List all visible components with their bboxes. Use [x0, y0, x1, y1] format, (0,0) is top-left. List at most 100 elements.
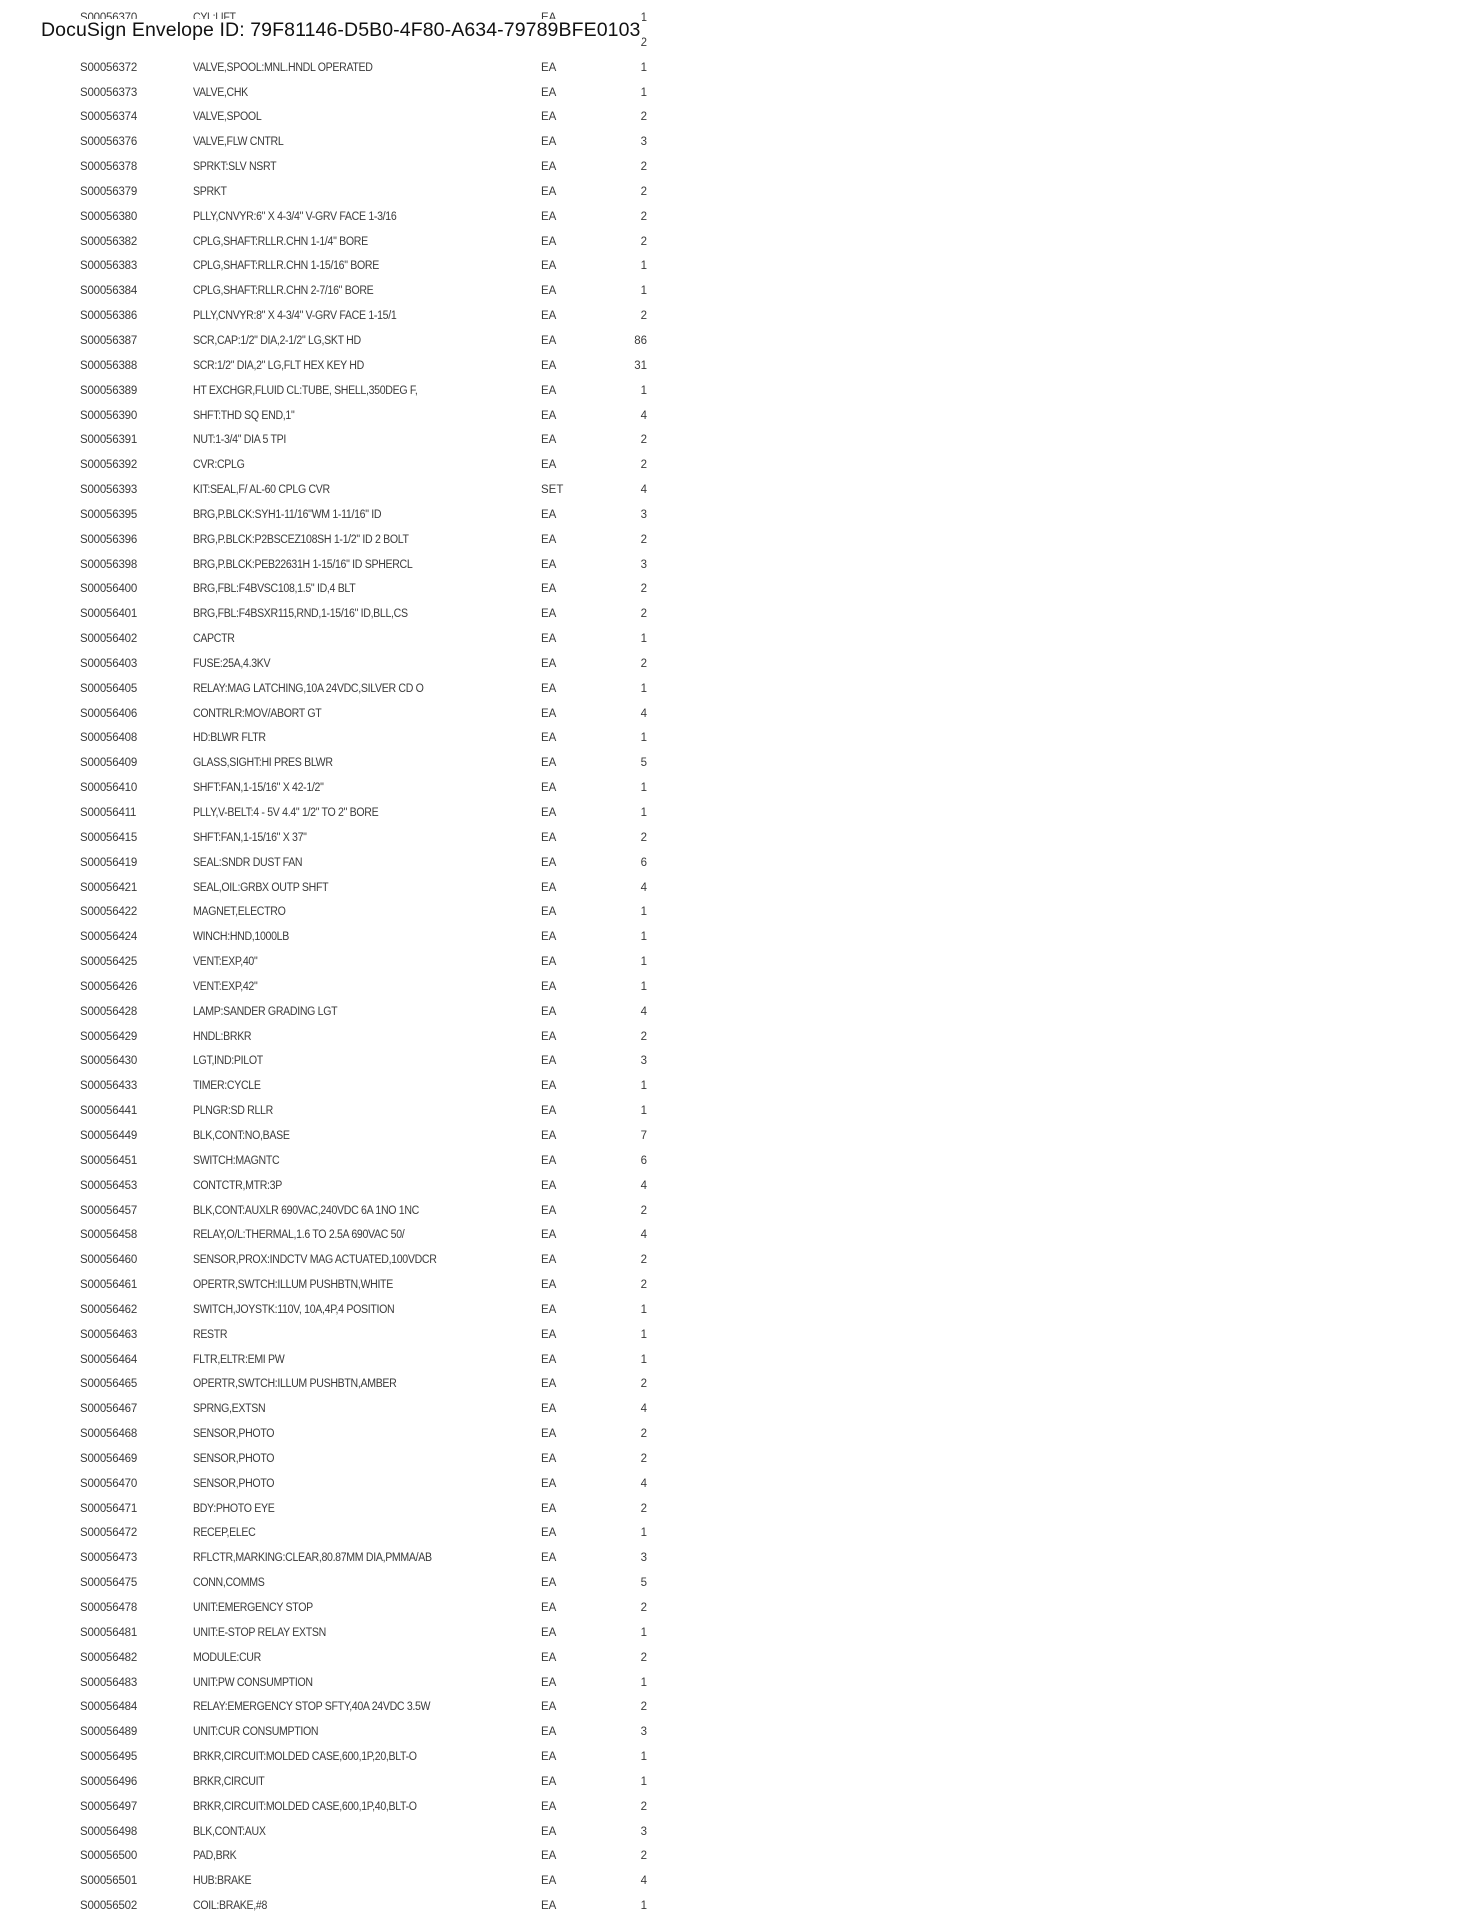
description-cell: NUT:1-3/4" DIA 5 TPI: [193, 434, 286, 447]
table-row: S00056502 COIL:BRAKE,#8 EA 1: [0, 1894, 700, 1919]
unit-cell: EA: [541, 310, 557, 323]
quantity-cell: 3: [640, 1552, 647, 1565]
unit-cell: EA: [541, 1651, 557, 1664]
quantity-cell: 1: [640, 633, 647, 646]
table-row: S00056421 SEAL,OIL:GRBX OUTP SHFT EA 4: [0, 876, 700, 901]
unit-cell: EA: [541, 1279, 557, 1292]
unit-cell: EA: [541, 161, 557, 174]
quantity-cell: 1: [640, 1900, 647, 1913]
quantity-cell: 31: [634, 359, 647, 372]
description-cell: PLLY,V-BELT:4 - 5V 4.4" 1/2" TO 2" BORE: [193, 807, 379, 819]
quantity-cell: 1: [640, 1676, 647, 1689]
part-number-cell: S00056392: [80, 459, 138, 472]
description-cell: UNIT:EMERGENCY STOP: [193, 1602, 313, 1614]
unit-cell: EA: [541, 136, 557, 149]
part-number-cell: S00056472: [80, 1527, 138, 1540]
table-row: S00056382 CPLG,SHAFT:RLLR.CHN 1-1/4" BORE…: [0, 230, 700, 255]
unit-cell: EA: [541, 856, 557, 869]
quantity-cell: 4: [640, 1875, 647, 1888]
table-row: S00056395 BRG,P.BLCK:SYH1-11/16"WM 1-11/1…: [0, 503, 700, 528]
quantity-cell: 7: [640, 1129, 647, 1142]
unit-cell: EA: [541, 1775, 557, 1788]
table-row: S00056449 BLK,CONT:NO,BASE EA 7: [0, 1124, 700, 1149]
quantity-cell: 2: [640, 1701, 647, 1714]
unit-cell: EA: [541, 185, 557, 198]
part-number-cell: S00056424: [80, 931, 138, 944]
table-row: S00056389 HT EXCHGR,FLUID CL:TUBE, SHELL,…: [0, 379, 700, 404]
table-row: S00056415 SHFT:FAN,1-15/16" X 37" EA 2: [0, 826, 700, 851]
part-number-cell: S00056429: [80, 1030, 138, 1043]
quantity-cell: 1: [640, 1626, 647, 1639]
description-cell: SWITCH,JOYSTK:110V, 10A,4P,4 POSITION: [193, 1303, 395, 1316]
description-cell: BRKR,CIRCUIT:MOLDED CASE,600,1P,40,BLT-O: [193, 1800, 417, 1813]
part-number-cell: S00056501: [80, 1875, 138, 1888]
quantity-cell: 1: [640, 782, 647, 795]
quantity-cell: 1: [640, 285, 647, 298]
quantity-cell: 2: [640, 608, 647, 621]
table-row: S00056453 CONTCTR,MTR:3P EA 4: [0, 1174, 700, 1199]
part-number-cell: S00056410: [80, 782, 138, 795]
quantity-cell: 2: [640, 1204, 647, 1217]
description-cell: LAMP:SANDER GRADING LGT: [193, 1005, 338, 1018]
unit-cell: EA: [541, 1452, 557, 1465]
quantity-cell: 1: [640, 956, 647, 969]
unit-cell: EA: [541, 1577, 557, 1590]
unit-cell: EA: [541, 1701, 557, 1714]
description-cell: BRKR,CIRCUIT:MOLDED CASE,600,1P,20,BLT-O: [193, 1751, 417, 1764]
unit-cell: EA: [541, 1800, 557, 1813]
table-row: S00056406 CONTRLR:MOV/ABORT GT EA 4: [0, 702, 700, 727]
quantity-cell: 3: [640, 1726, 647, 1739]
part-number-cell: S00056458: [80, 1229, 138, 1242]
unit-cell: EA: [541, 1477, 557, 1490]
table-row: S00056424 WINCH:HND,1000LB EA 1: [0, 925, 700, 950]
description-cell: RESTR: [193, 1328, 228, 1341]
description-cell: LGT,IND:PILOT: [193, 1055, 263, 1068]
quantity-cell: 4: [640, 1403, 647, 1416]
table-row: S00056411 PLLY,V-BELT:4 - 5V 4.4" 1/2" TO…: [0, 801, 700, 826]
description-cell: HT EXCHGR,FLUID CL:TUBE, SHELL,350DEG F,: [193, 384, 418, 397]
quantity-cell: 2: [640, 1651, 647, 1664]
part-number-cell: S00056457: [80, 1204, 138, 1217]
part-number-cell: S00056406: [80, 707, 138, 720]
quantity-cell: 3: [640, 508, 647, 521]
unit-cell: EA: [541, 657, 557, 670]
unit-cell: EA: [541, 1726, 557, 1739]
quantity-cell: 1: [640, 86, 647, 99]
quantity-cell: 1: [640, 931, 647, 944]
quantity-cell: 1: [640, 61, 647, 74]
unit-cell: EA: [541, 633, 557, 646]
unit-cell: EA: [541, 111, 557, 124]
table-row: S00056430 LGT,IND:PILOT EA 3: [0, 1049, 700, 1074]
quantity-cell: 1: [640, 682, 647, 695]
table-row: S00056390 SHFT:THD SQ END,1" EA 4: [0, 404, 700, 429]
table-row: S00056465 OPERTR,SWTCH:ILLUM PUSHBTN,AMBE…: [0, 1372, 700, 1397]
quantity-cell: 2: [640, 1378, 647, 1391]
table-row: S00056396 BRG,P.BLCK:P2BSCEZ108SH 1-1/2" …: [0, 528, 700, 553]
description-cell: BLK,CONT:AUXLR 690VAC,240VDC 6A 1NO 1NC: [193, 1204, 419, 1217]
description-cell: SHFT:THD SQ END,1": [193, 409, 295, 422]
part-number-cell: S00056475: [80, 1577, 138, 1590]
description-cell: CONTRLR:MOV/ABORT GT: [193, 707, 322, 720]
quantity-cell: 2: [640, 1254, 647, 1267]
description-cell: BRG,P.BLCK:SYH1-11/16"WM 1-11/16" ID: [193, 508, 382, 521]
description-cell: CVR:CPLG: [193, 459, 245, 472]
table-row: S00056462 SWITCH,JOYSTK:110V, 10A,4P,4 PO…: [0, 1298, 700, 1323]
part-number-cell: S00056502: [80, 1900, 138, 1913]
unit-cell: EA: [541, 1602, 557, 1614]
quantity-cell: 1: [640, 980, 647, 993]
description-cell: HD:BLWR FLTR: [193, 732, 266, 745]
quantity-cell: 2: [640, 434, 647, 447]
table-row: S00056481 UNIT:E-STOP RELAY EXTSN EA 1: [0, 1621, 700, 1646]
part-number-cell: S00056496: [80, 1775, 138, 1788]
unit-cell: EA: [541, 1527, 557, 1540]
part-number-cell: S00056374: [80, 111, 138, 124]
unit-cell: EA: [541, 558, 557, 571]
unit-cell: EA: [541, 1179, 557, 1192]
unit-cell: EA: [541, 61, 557, 74]
part-number-cell: S00056463: [80, 1328, 138, 1341]
unit-cell: EA: [541, 260, 557, 273]
quantity-cell: 1: [640, 1751, 647, 1764]
unit-cell: EA: [541, 1353, 557, 1366]
description-cell: VALVE,SPOOL: [193, 111, 262, 124]
table-row: S00056441 PLNGR:SD RLLR EA 1: [0, 1099, 700, 1124]
